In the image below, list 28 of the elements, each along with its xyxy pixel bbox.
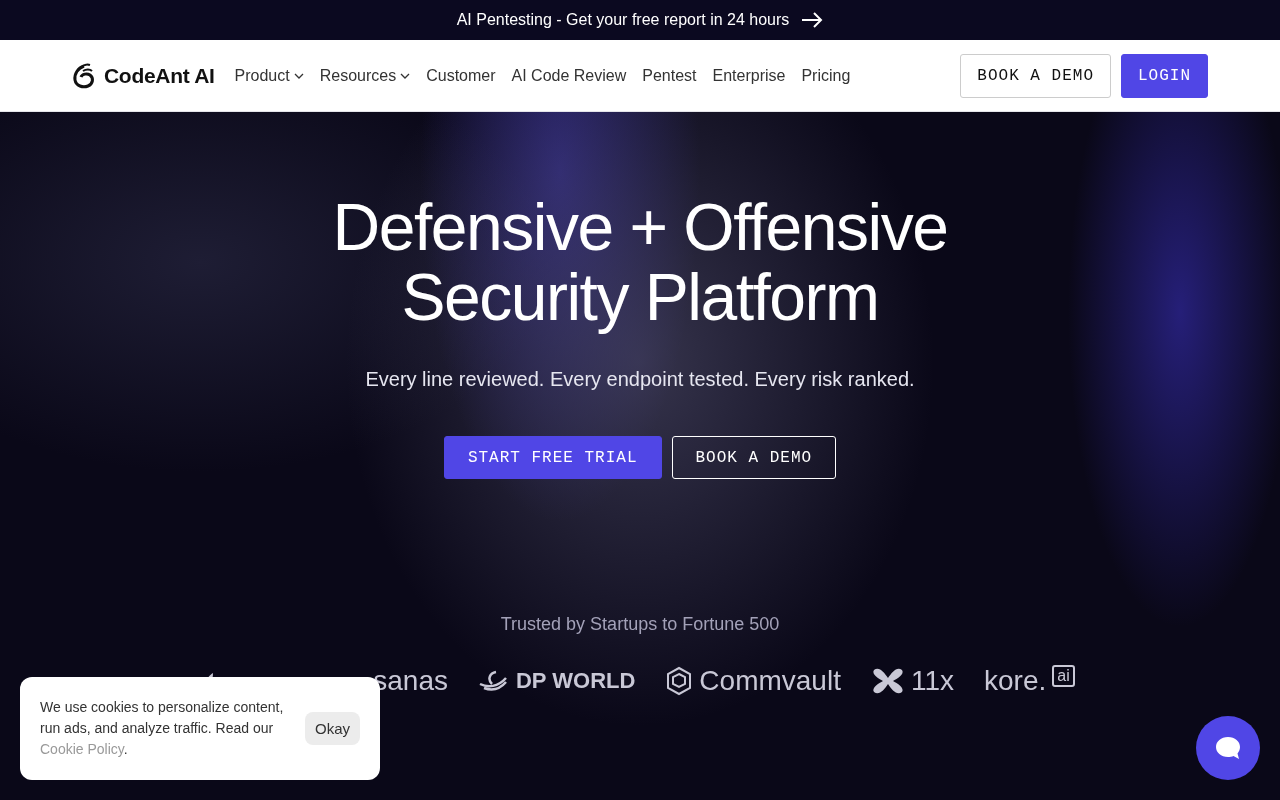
nav-link[interactable]: Enterprise (712, 66, 786, 85)
nav-link[interactable]: Pricing (801, 66, 851, 85)
company-logo: sanas (373, 665, 448, 697)
nav-link[interactable]: Pentest (642, 66, 697, 85)
company-logo: 11x (910, 665, 955, 697)
nav-link[interactable]: Resources (319, 66, 411, 85)
logo-tag: ai (1052, 665, 1075, 687)
cube-icon (665, 666, 694, 696)
announcement-text: AI Pentesting - Get your free report in 24 hours (456, 11, 790, 29)
login-button[interactable]: LOGIN (1121, 53, 1208, 98)
book-demo-button[interactable]: BOOK A DEMO (671, 436, 837, 479)
hero-subtitle: Every line reviewed. Every endpoint tested. Every risk ranked. (365, 368, 915, 391)
hero-heading: Defensive + Offensive Security Platform (332, 192, 948, 332)
cookie-text: We use cookies to personalize content, run ads, and analyze traffic. Read our Cookie Policy. (40, 698, 285, 759)
start-trial-button[interactable]: START FREE TRIAL (443, 436, 662, 479)
company-logo: DP WORLD (516, 668, 636, 694)
swoosh-icon (478, 670, 510, 692)
chat-bubble-icon (1215, 736, 1241, 760)
company-logo: kore. (984, 665, 1047, 697)
book-demo-button[interactable]: BOOK A DEMO (960, 53, 1111, 98)
nav-link[interactable]: Product (234, 66, 304, 85)
okay-button[interactable]: Okay (305, 712, 360, 745)
arrow-right-icon[interactable] (801, 12, 824, 28)
company-logo: Commvault (699, 665, 841, 697)
brand-name[interactable]: CodeAnt AI (104, 63, 215, 88)
trusted-caption: Trusted by Startups to Fortune 500 (500, 614, 780, 635)
nav-link[interactable]: AI Code Review (511, 66, 627, 85)
nav-link[interactable]: Customer (426, 66, 496, 85)
